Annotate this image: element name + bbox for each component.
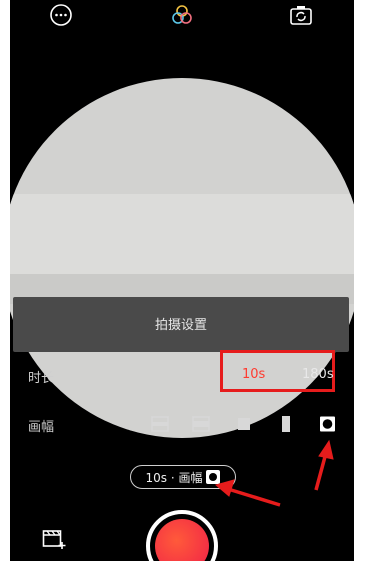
frame-option-square-icon[interactable] xyxy=(237,416,251,432)
camera-screen: 拍摄设置 时长 10s 180s 画幅 10s · 画幅 xyxy=(10,0,354,561)
circle-frame-icon xyxy=(206,470,221,484)
duration-option-180s[interactable]: 180s xyxy=(302,367,334,382)
switch-camera-icon[interactable] xyxy=(289,3,313,27)
video-edit-icon[interactable] xyxy=(42,528,66,550)
frame-option-landscape-icon[interactable] xyxy=(192,416,210,432)
frame-option-portrait-icon[interactable] xyxy=(280,416,292,432)
duration-label: 时长 xyxy=(28,371,55,386)
settings-status-pill[interactable]: 10s · 画幅 xyxy=(130,465,236,489)
record-button-core xyxy=(155,519,209,561)
record-button[interactable] xyxy=(146,510,218,561)
panel-title: 拍摄设置 xyxy=(154,318,207,333)
duration-option-10s[interactable]: 10s xyxy=(242,367,265,382)
more-icon[interactable] xyxy=(49,3,73,27)
frame-option-circle-icon[interactable] xyxy=(319,416,336,432)
frame-option-widescreen-icon[interactable] xyxy=(151,416,169,432)
filter-icon[interactable] xyxy=(170,3,194,27)
frame-label: 画幅 xyxy=(28,420,55,435)
status-pill-text: 10s · 画幅 xyxy=(145,470,203,485)
shooting-settings-panel: 拍摄设置 xyxy=(13,297,349,352)
